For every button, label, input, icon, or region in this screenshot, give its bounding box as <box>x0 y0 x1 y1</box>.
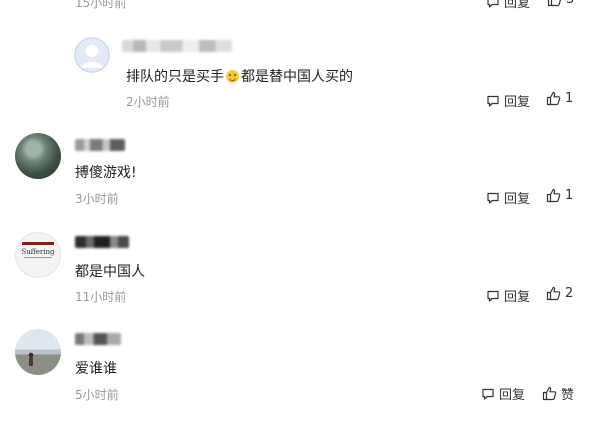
avatar-text-logo: Suffering <box>22 242 56 258</box>
username-blurred <box>122 40 232 52</box>
reply-label: 回复 <box>499 388 526 403</box>
reply-label: 回复 <box>504 192 531 207</box>
comment-time: 3小时前 <box>75 192 119 206</box>
speech-bubble-icon <box>482 388 494 400</box>
like-button[interactable]: 1 <box>546 188 573 203</box>
speech-bubble-icon <box>487 290 499 302</box>
avatar[interactable] <box>15 329 61 375</box>
like-count: 2 <box>565 286 574 301</box>
svg-text:Suffering: Suffering <box>22 248 56 256</box>
username-blurred <box>75 333 121 345</box>
thumbs-up-icon <box>546 188 561 203</box>
comment-time: 11小时前 <box>75 290 127 304</box>
reply-label: 回复 <box>504 0 531 11</box>
thumbs-up-icon <box>547 0 562 7</box>
grinning-face-icon <box>226 70 239 83</box>
reply-button[interactable]: 回复 <box>486 188 530 207</box>
reply-button[interactable]: 回复 <box>486 286 530 305</box>
like-button[interactable]: 1 <box>546 91 573 106</box>
reply-label: 回复 <box>504 95 531 110</box>
username-blurred <box>75 139 125 151</box>
speech-bubble-icon <box>487 192 499 204</box>
avatar[interactable] <box>15 133 61 179</box>
like-count: 3 <box>566 0 574 7</box>
like-button[interactable]: 赞 <box>542 384 574 403</box>
avatar[interactable]: Suffering <box>15 232 61 278</box>
like-button[interactable]: 3 <box>547 0 574 7</box>
like-count: 1 <box>565 91 574 106</box>
like-button[interactable]: 2 <box>546 286 573 301</box>
comment-text: 爱谁谁 <box>75 361 117 377</box>
comment-text: 都是中国人 <box>75 264 145 280</box>
avatar[interactable] <box>74 37 110 73</box>
person-silhouette <box>28 352 34 366</box>
speech-bubble-icon <box>487 0 499 8</box>
comment-time: 15小时前 <box>75 0 127 10</box>
like-count: 1 <box>565 188 574 203</box>
comment-text: 搏傻游戏! <box>75 165 137 181</box>
speech-bubble-icon <box>487 95 499 107</box>
comment-time: 2小时前 <box>126 95 170 109</box>
comment-time: 5小时前 <box>75 388 119 402</box>
thumbs-up-icon <box>546 286 561 301</box>
thumbs-up-icon <box>542 386 557 401</box>
thumbs-up-icon <box>546 91 561 106</box>
default-user-icon <box>74 37 110 73</box>
username-blurred <box>75 236 129 248</box>
like-label: 赞 <box>561 388 575 403</box>
reply-button[interactable]: 回复 <box>486 91 530 110</box>
reply-label: 回复 <box>504 290 531 305</box>
reply-button[interactable]: 回复 <box>481 384 525 403</box>
comment-text: 排队的只是买手 都是替中国人买的 <box>126 69 353 85</box>
reply-button[interactable]: 回复 <box>486 0 530 11</box>
